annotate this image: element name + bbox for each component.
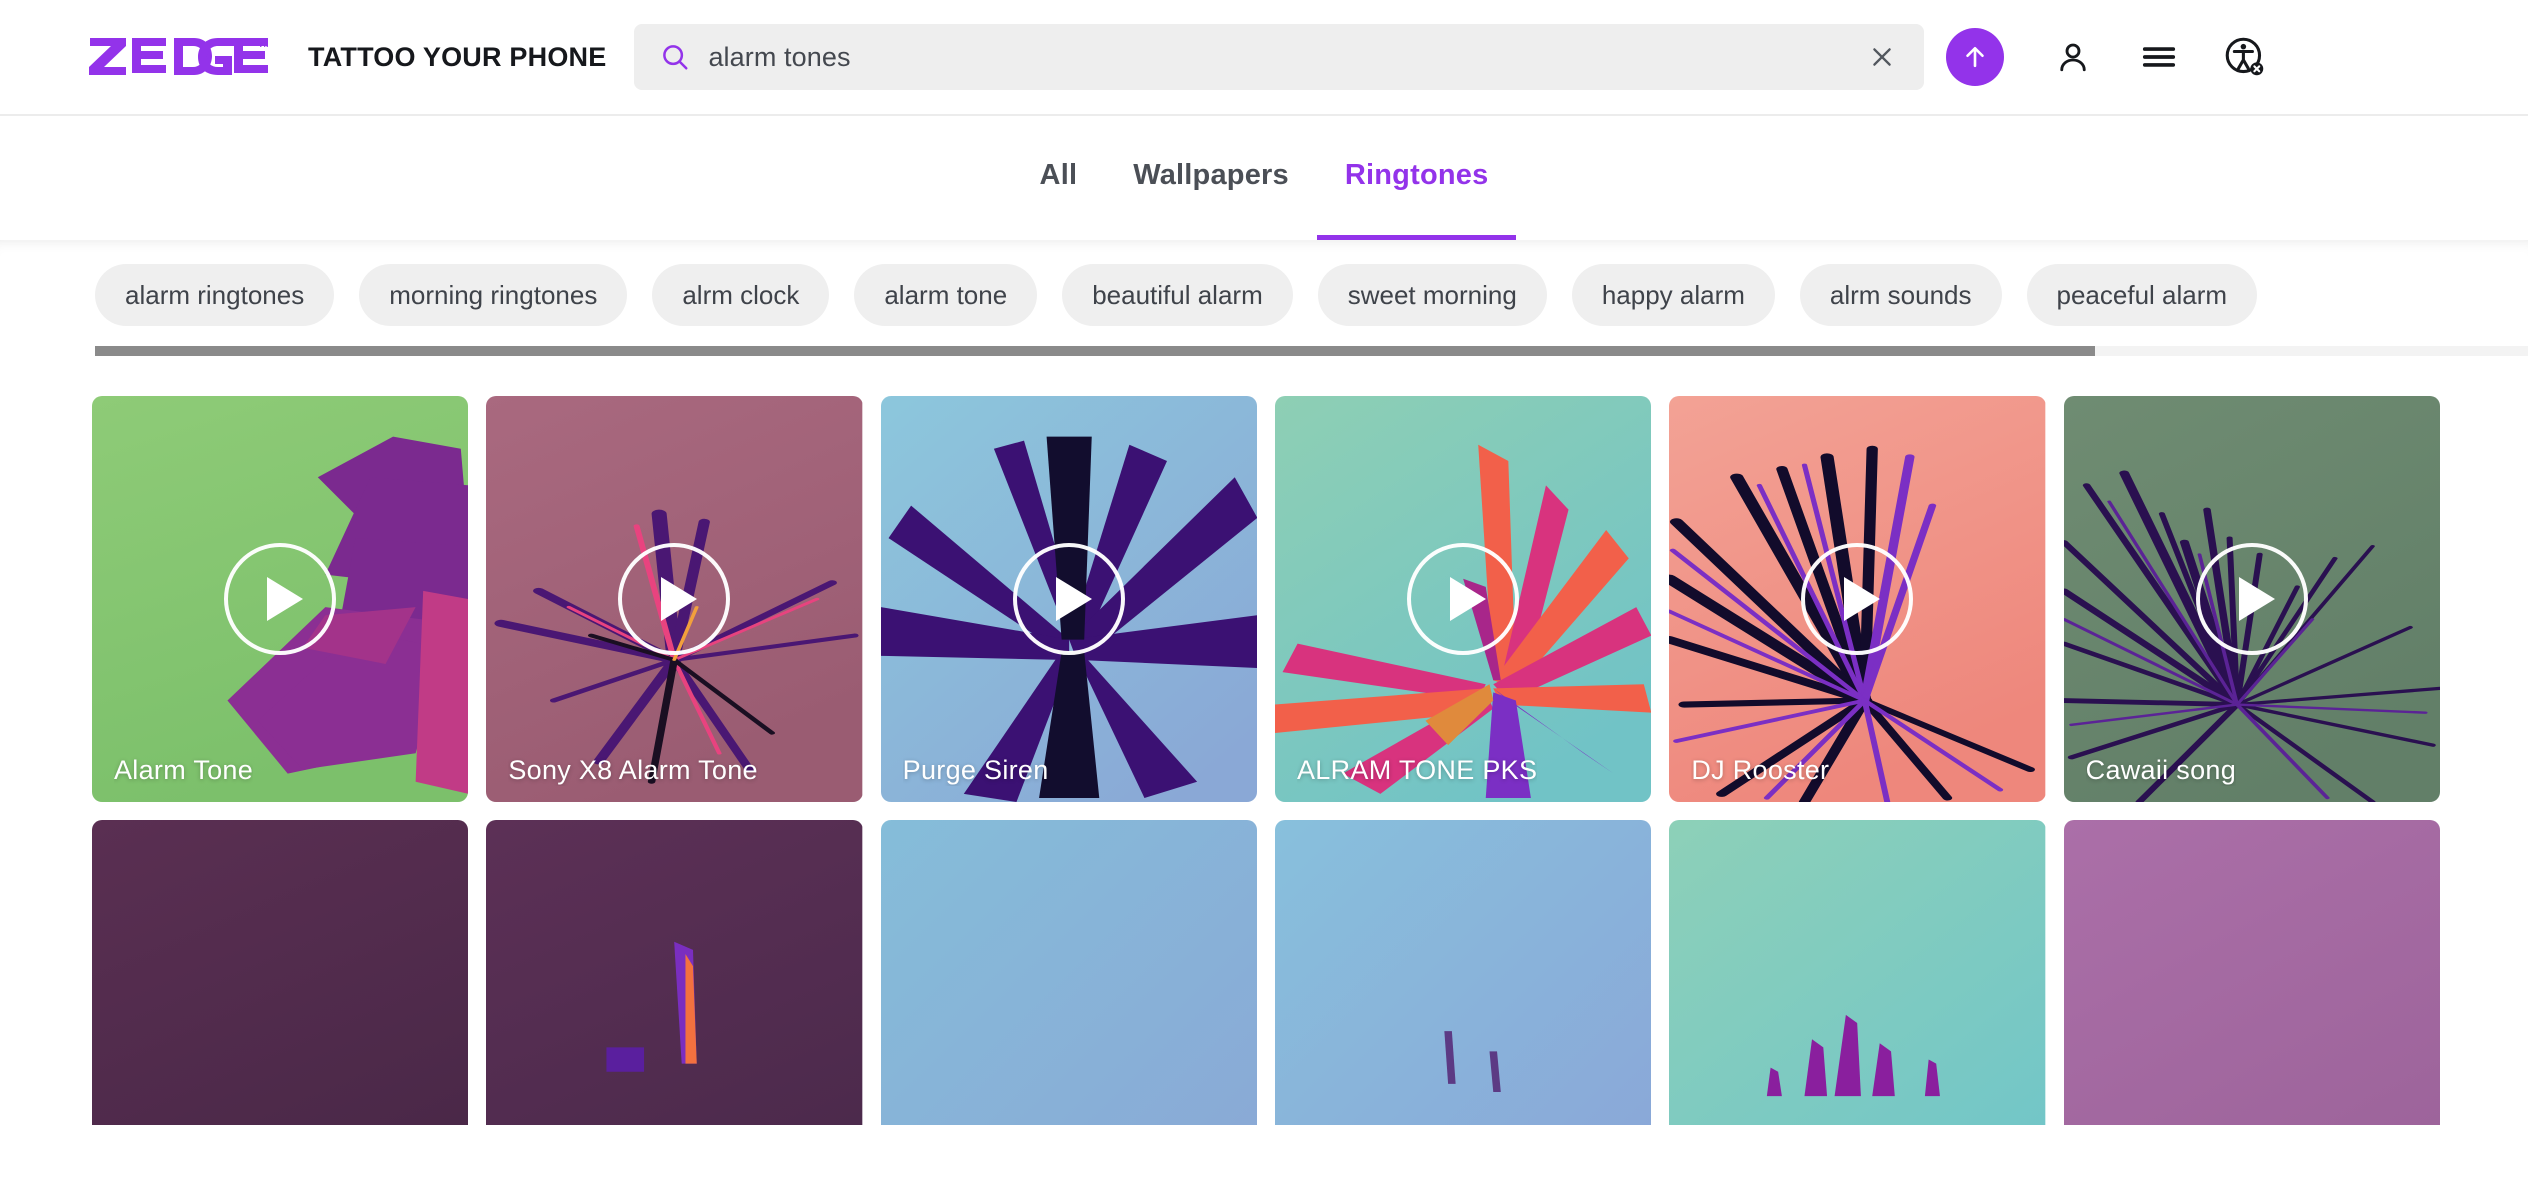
ringtone-card[interactable] [881, 820, 1257, 1125]
card-title: ALRAM TONE PKS [1297, 755, 1537, 786]
chip-alrm-sounds[interactable]: alrm sounds [1800, 264, 2002, 326]
tab-all[interactable]: All [1012, 116, 1106, 240]
ringtone-card[interactable] [1669, 820, 2045, 1125]
card-artwork [2064, 820, 2440, 1125]
card-artwork [1669, 820, 2045, 1125]
zedge-logo-icon: TM [88, 35, 268, 79]
ringtone-card[interactable]: ALRAM TONE PKS [1275, 396, 1651, 802]
results-row-1: Alarm Tone [92, 396, 2440, 802]
chip-peaceful-alarm[interactable]: peaceful alarm [2027, 264, 2258, 326]
accessibility-icon [2224, 36, 2266, 78]
chip-morning-ringtones[interactable]: morning ringtones [359, 264, 627, 326]
play-button[interactable] [1013, 543, 1125, 655]
search-bar[interactable] [634, 24, 1924, 90]
chip-happy-alarm[interactable]: happy alarm [1572, 264, 1775, 326]
svg-text:TM: TM [258, 39, 268, 49]
ringtone-card[interactable] [486, 820, 862, 1125]
profile-button[interactable] [2044, 28, 2102, 86]
ringtone-card[interactable]: Sony X8 Alarm Tone [486, 396, 862, 802]
chip-sweet-morning[interactable]: sweet morning [1318, 264, 1547, 326]
play-button[interactable] [1407, 543, 1519, 655]
chip-beautiful-alarm[interactable]: beautiful alarm [1062, 264, 1293, 326]
hamburger-icon [2140, 38, 2178, 76]
header-actions [1946, 28, 2274, 86]
tab-wallpapers[interactable]: Wallpapers [1105, 116, 1317, 240]
card-title: Alarm Tone [114, 755, 253, 786]
card-artwork [881, 820, 1257, 1125]
upload-button[interactable] [1946, 28, 2004, 86]
play-icon [1056, 577, 1092, 621]
ringtone-card[interactable]: Cawaii song [2064, 396, 2440, 802]
card-title: Purge Siren [903, 755, 1049, 786]
card-artwork [1275, 820, 1651, 1125]
tagline: TATTOO YOUR PHONE [308, 42, 606, 73]
clear-search-button[interactable] [1862, 37, 1902, 77]
card-title: Cawaii song [2086, 755, 2236, 786]
ringtone-card[interactable] [2064, 820, 2440, 1125]
ringtone-card[interactable] [92, 820, 468, 1125]
card-artwork [486, 820, 862, 1125]
related-searches: alarm ringtones morning ringtones alrm c… [0, 240, 2528, 370]
results-grid: Alarm Tone [0, 370, 2528, 1125]
results-row-2 [92, 820, 2440, 1125]
zedge-logo[interactable]: TM [88, 35, 268, 79]
search-input[interactable] [708, 42, 1862, 73]
close-icon [1869, 44, 1895, 70]
chips-row: alarm ringtones morning ringtones alrm c… [0, 264, 2528, 326]
play-button[interactable] [618, 543, 730, 655]
chip-alrm-clock[interactable]: alrm clock [652, 264, 829, 326]
ringtone-card[interactable]: Purge Siren [881, 396, 1257, 802]
ringtone-card[interactable]: DJ Rooster [1669, 396, 2045, 802]
chip-alarm-ringtones[interactable]: alarm ringtones [95, 264, 334, 326]
play-button[interactable] [1801, 543, 1913, 655]
tab-ringtones[interactable]: Ringtones [1317, 116, 1517, 240]
chip-alarm-tone[interactable]: alarm tone [854, 264, 1037, 326]
arrow-up-icon [1960, 42, 1990, 72]
chips-scrollbar-thumb[interactable] [95, 346, 2095, 356]
category-tabs: All Wallpapers Ringtones [0, 116, 2528, 240]
menu-button[interactable] [2130, 28, 2188, 86]
ringtone-card[interactable] [1275, 820, 1651, 1125]
search-icon [660, 42, 690, 72]
play-icon [267, 577, 303, 621]
play-button[interactable] [224, 543, 336, 655]
site-header: TM TATTOO YOUR PHONE [0, 0, 2528, 116]
play-icon [1844, 577, 1880, 621]
play-button[interactable] [2196, 543, 2308, 655]
card-title: Sony X8 Alarm Tone [508, 755, 758, 786]
play-icon [1450, 577, 1486, 621]
user-icon [2055, 39, 2091, 75]
accessibility-button[interactable] [2216, 28, 2274, 86]
play-icon [2239, 577, 2275, 621]
card-title: DJ Rooster [1691, 755, 1829, 786]
ringtone-card[interactable]: Alarm Tone [92, 396, 468, 802]
play-icon [661, 577, 697, 621]
card-artwork [92, 820, 468, 1125]
